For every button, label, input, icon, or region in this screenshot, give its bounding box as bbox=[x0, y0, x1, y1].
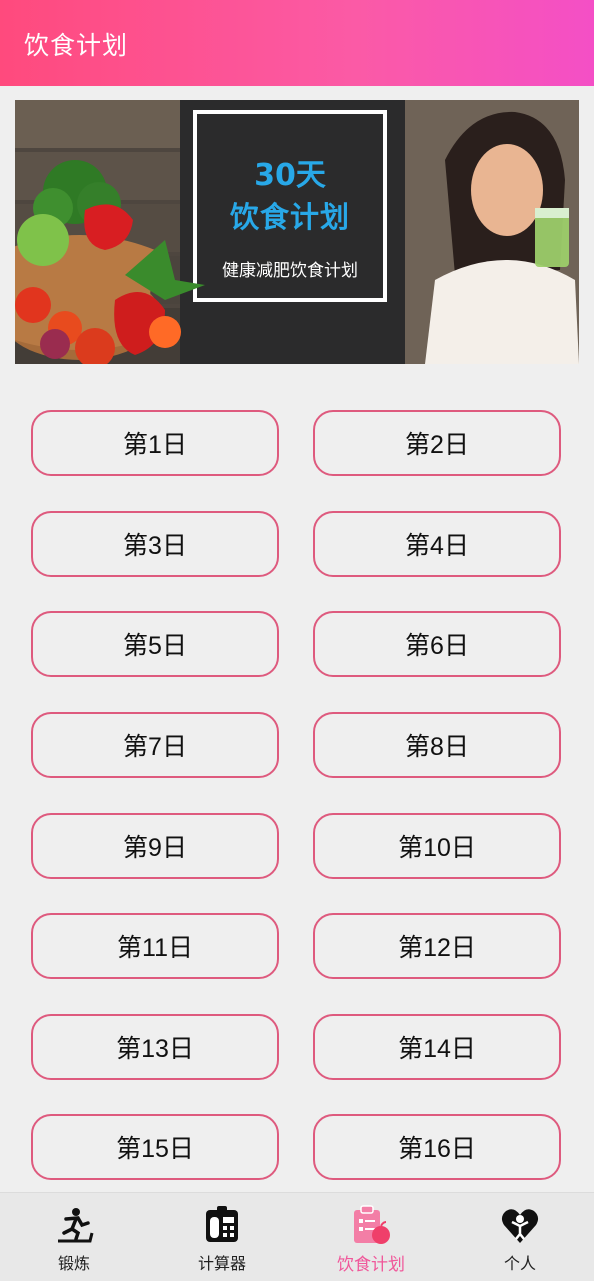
calculator-icon bbox=[206, 1206, 238, 1242]
nav-label-diet-plan: 饮食计划 bbox=[337, 1255, 405, 1275]
bottom-nav: 锻炼 计算器 饮食计划 个人 bbox=[0, 1192, 594, 1281]
day-7-button[interactable]: 第7日 bbox=[31, 712, 279, 778]
nav-item-profile[interactable]: 个人 bbox=[446, 1193, 594, 1281]
day-15-button[interactable]: 第15日 bbox=[31, 1114, 279, 1180]
nav-item-calculator[interactable]: 计算器 bbox=[148, 1193, 296, 1281]
day-8-button[interactable]: 第8日 bbox=[313, 712, 561, 778]
day-5-button[interactable]: 第5日 bbox=[31, 611, 279, 677]
day-4-button[interactable]: 第4日 bbox=[313, 511, 561, 577]
day-12-button[interactable]: 第12日 bbox=[313, 913, 561, 979]
app-header: 饮食计划 bbox=[0, 0, 594, 86]
day-13-button[interactable]: 第13日 bbox=[31, 1014, 279, 1080]
day-2-button[interactable]: 第2日 bbox=[313, 410, 561, 476]
nav-label-calculator: 计算器 bbox=[197, 1254, 246, 1273]
banner-subtitle: 健康减肥饮食计划 bbox=[222, 261, 358, 281]
nav-item-diet-plan[interactable]: 饮食计划 bbox=[297, 1193, 445, 1281]
day-14-button[interactable]: 第14日 bbox=[313, 1014, 561, 1080]
person-heart-icon bbox=[501, 1209, 539, 1243]
banner-text-block: 30天 饮食计划 健康减肥饮食计划 bbox=[195, 110, 385, 300]
diet-plan-icon bbox=[354, 1205, 390, 1244]
day-grid: 第1日 第2日 第3日 第4日 第5日 第6日 第7日 第8日 第9日 第10日… bbox=[0, 400, 594, 1180]
day-6-button[interactable]: 第6日 bbox=[313, 611, 561, 677]
page-title: 饮食计划 bbox=[24, 31, 129, 60]
nav-label-exercise: 锻炼 bbox=[57, 1254, 90, 1273]
nav-item-exercise[interactable]: 锻炼 bbox=[0, 1193, 148, 1281]
banner-days-text: 30天 bbox=[254, 158, 326, 193]
nav-label-profile: 个人 bbox=[503, 1254, 536, 1273]
banner-title: 饮食计划 bbox=[229, 200, 350, 234]
day-9-button[interactable]: 第9日 bbox=[31, 813, 279, 879]
diet-plan-banner[interactable]: 30天 饮食计划 健康减肥饮食计划 bbox=[15, 100, 579, 364]
day-10-button[interactable]: 第10日 bbox=[313, 813, 561, 879]
day-11-button[interactable]: 第11日 bbox=[31, 913, 279, 979]
running-treadmill-icon bbox=[58, 1208, 94, 1243]
day-3-button[interactable]: 第3日 bbox=[31, 511, 279, 577]
day-16-button[interactable]: 第16日 bbox=[313, 1114, 561, 1180]
day-1-button[interactable]: 第1日 bbox=[31, 410, 279, 476]
